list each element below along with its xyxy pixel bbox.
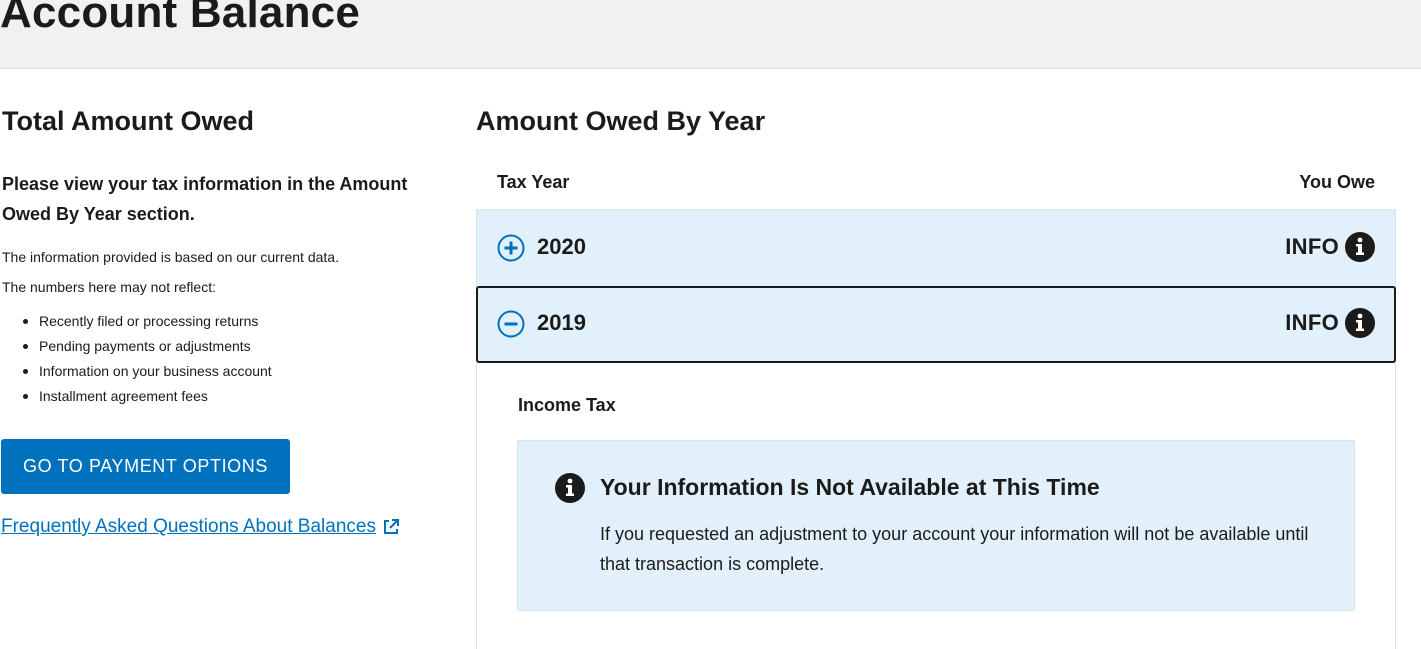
year-row-2019[interactable]: 2019 INFO (476, 286, 1396, 363)
info-status[interactable]: INFO (1285, 308, 1375, 338)
page-header: Account Balance (0, 0, 1421, 69)
year-label: 2020 (537, 234, 586, 259)
alert-title: Your Information Is Not Available at Thi… (600, 474, 1100, 500)
list-item: Recently filed or processing returns (23, 309, 442, 334)
income-tax-label: Income Tax (518, 395, 616, 415)
info-label: INFO (1285, 234, 1339, 259)
info-icon[interactable] (1345, 232, 1375, 262)
column-header-you-owe: You Owe (1299, 172, 1375, 192)
year-row-2020[interactable]: 2020 INFO (476, 210, 1396, 287)
faq-balances-link[interactable]: Frequently Asked Questions About Balance… (1, 516, 400, 538)
amount-by-year-heading: Amount Owed By Year (476, 106, 766, 136)
disclaimer-note: The numbers here may not reflect: (2, 279, 216, 295)
lead-text: Please view your tax information in the … (2, 174, 408, 224)
alert-body: If you requested an adjustment to your a… (600, 524, 1309, 574)
page-title: Account Balance (0, 0, 360, 37)
disclaimer-list: Recently filed or processing returns Pen… (23, 309, 442, 409)
plus-circle-icon[interactable] (497, 234, 525, 262)
total-owed-heading: Total Amount Owed (2, 106, 254, 136)
info-label: INFO (1285, 310, 1339, 335)
year-label: 2019 (537, 310, 586, 335)
column-header-tax-year: Tax Year (497, 172, 570, 192)
info-status[interactable]: INFO (1285, 232, 1375, 262)
list-item: Pending payments or adjustments (23, 334, 442, 359)
info-icon[interactable] (1345, 308, 1375, 338)
data-note: The information provided is based on our… (2, 249, 339, 265)
list-item: Installment agreement fees (23, 384, 442, 409)
info-alert: Your Information Is Not Available at Thi… (517, 440, 1355, 611)
payment-options-button[interactable]: GO TO PAYMENT OPTIONS (1, 439, 290, 494)
info-icon (555, 473, 585, 503)
minus-circle-icon[interactable] (497, 310, 525, 338)
external-link-icon (383, 519, 399, 534)
list-item: Information on your business account (23, 359, 442, 384)
faq-link-label[interactable]: Frequently Asked Questions About Balance… (1, 516, 376, 538)
total-owed-section: Total Amount Owed Please view your tax i… (2, 104, 442, 409)
